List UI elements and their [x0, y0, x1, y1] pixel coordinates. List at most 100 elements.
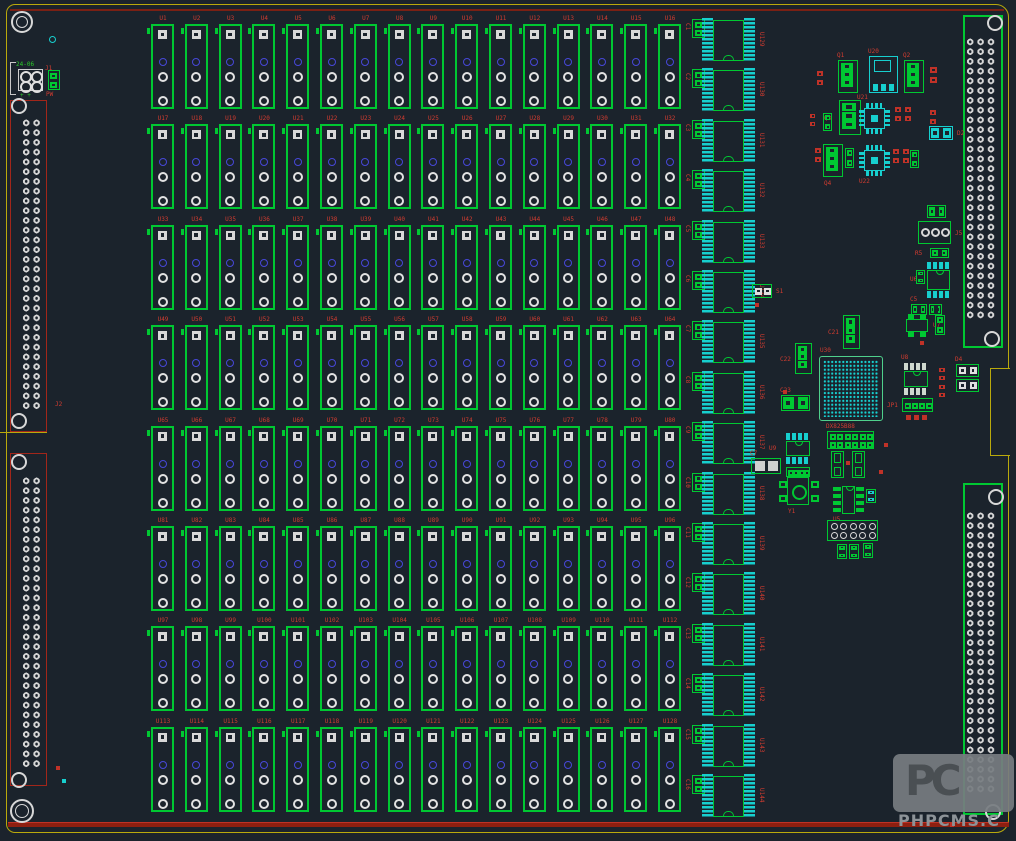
relay-footprint[interactable]: U76 — [523, 426, 546, 511]
relay-footprint[interactable]: U23 — [354, 124, 377, 209]
relay-footprint[interactable]: U4 — [252, 24, 275, 109]
relay-footprint[interactable]: U84 — [252, 526, 275, 611]
qfp-ic-footprint[interactable]: U22 — [859, 145, 890, 176]
smd-passive-footprint[interactable] — [816, 70, 824, 88]
relay-footprint[interactable]: U123 — [489, 727, 512, 812]
relay-footprint[interactable]: U124 — [523, 727, 546, 812]
relay-footprint[interactable]: U12 — [523, 24, 546, 109]
relay-footprint[interactable]: U74 — [455, 426, 478, 511]
relay-footprint[interactable]: U82 — [185, 526, 208, 611]
soic-ic-footprint[interactable]: C12U140 — [684, 570, 764, 618]
relay-footprint[interactable]: U14 — [590, 24, 613, 109]
power-connector-3pin[interactable]: J5 — [918, 221, 951, 244]
relay-footprint[interactable]: U38 — [320, 225, 343, 310]
relay-footprint[interactable]: U52 — [252, 325, 275, 410]
relay-footprint[interactable]: U128 — [658, 727, 681, 812]
relay-footprint[interactable]: U10 — [455, 24, 478, 109]
relay-footprint[interactable]: U59 — [489, 325, 512, 410]
relay-footprint[interactable]: U19 — [219, 124, 242, 209]
smd-passive-footprint[interactable]: C23 — [781, 395, 810, 411]
relay-footprint[interactable]: U33 — [151, 225, 174, 310]
relay-footprint[interactable]: U44 — [523, 225, 546, 310]
relay-footprint[interactable]: U88 — [388, 526, 411, 611]
relay-footprint[interactable]: U2 — [185, 24, 208, 109]
relay-footprint[interactable]: U126 — [590, 727, 613, 812]
relay-footprint[interactable]: U9 — [421, 24, 444, 109]
soic-ic-footprint[interactable]: C13U141 — [684, 621, 764, 669]
sot23-transistor-footprint[interactable]: C21 — [843, 315, 860, 349]
relay-footprint[interactable]: U27 — [489, 124, 512, 209]
smd-passive-footprint[interactable] — [48, 70, 60, 90]
pin-header-footprint[interactable]: DX825B88 — [827, 431, 874, 449]
relay-footprint[interactable]: U105 — [421, 626, 444, 711]
relay-footprint[interactable]: U111 — [624, 626, 647, 711]
soic-ic-footprint[interactable]: C10U138 — [684, 470, 764, 518]
relay-footprint[interactable]: U36 — [252, 225, 275, 310]
soic-ic-footprint[interactable]: C2U130 — [684, 66, 764, 114]
dpak-regulator-footprint[interactable]: U20 — [869, 56, 898, 93]
soic8-ic-footprint[interactable]: U9 — [785, 433, 811, 464]
relay-footprint[interactable]: U91 — [489, 526, 512, 611]
jumper-2pin-footprint[interactable]: D4 — [956, 364, 979, 377]
header-2x5-footprint[interactable] — [827, 520, 878, 541]
sot23-transistor-footprint[interactable]: Q2 — [904, 60, 924, 93]
relay-footprint[interactable]: U102 — [320, 626, 343, 711]
relay-footprint[interactable]: U106 — [455, 626, 478, 711]
relay-footprint[interactable]: U90 — [455, 526, 478, 611]
relay-footprint[interactable]: U17 — [151, 124, 174, 209]
crystal-oscillator-footprint[interactable]: Y1 — [787, 477, 809, 505]
relay-footprint[interactable]: U61 — [557, 325, 580, 410]
relay-footprint[interactable]: U116 — [252, 727, 275, 812]
relay-footprint[interactable]: U103 — [354, 626, 377, 711]
relay-footprint[interactable]: U26 — [455, 124, 478, 209]
smd-passive-footprint[interactable] — [927, 205, 946, 218]
relay-footprint[interactable]: U46 — [590, 225, 613, 310]
relay-footprint[interactable]: U6 — [320, 24, 343, 109]
relay-footprint[interactable]: U72 — [388, 426, 411, 511]
relay-footprint[interactable]: U66 — [185, 426, 208, 511]
relay-footprint[interactable]: U57 — [421, 325, 444, 410]
relay-footprint[interactable]: U73 — [421, 426, 444, 511]
smd-capacitor-large[interactable]: C7 — [751, 458, 781, 474]
relay-footprint[interactable]: U95 — [624, 526, 647, 611]
relay-footprint[interactable]: U35 — [219, 225, 242, 310]
smd-passive-footprint[interactable] — [809, 113, 816, 129]
smd-passive-footprint[interactable] — [938, 384, 946, 400]
relay-footprint[interactable]: U25 — [421, 124, 444, 209]
relay-footprint[interactable]: U31 — [624, 124, 647, 209]
relay-footprint[interactable]: U79 — [624, 426, 647, 511]
soic-ic-footprint[interactable]: C11U139 — [684, 520, 764, 568]
relay-footprint[interactable]: U114 — [185, 727, 208, 812]
relay-footprint[interactable]: U109 — [557, 626, 580, 711]
relay-footprint[interactable]: U20 — [252, 124, 275, 209]
relay-footprint[interactable]: U30 — [590, 124, 613, 209]
smd-passive-footprint[interactable] — [904, 106, 912, 124]
smd-passive-footprint[interactable] — [894, 106, 902, 124]
relay-footprint[interactable]: U7 — [354, 24, 377, 109]
smd-passive-footprint[interactable] — [902, 148, 910, 166]
relay-footprint[interactable]: U40 — [388, 225, 411, 310]
relay-footprint[interactable]: U80 — [658, 426, 681, 511]
relay-footprint[interactable]: U58 — [455, 325, 478, 410]
relay-footprint[interactable]: U11 — [489, 24, 512, 109]
relay-footprint[interactable]: U89 — [421, 526, 444, 611]
pin-header-footprint[interactable] — [786, 467, 810, 477]
pin-header-footprint[interactable]: JP1 — [902, 398, 933, 412]
smd-diode-footprint[interactable]: D2 — [929, 126, 953, 140]
smd-passive-footprint[interactable] — [849, 544, 859, 559]
relay-footprint[interactable]: U104 — [388, 626, 411, 711]
relay-footprint[interactable]: U51 — [219, 325, 242, 410]
relay-footprint[interactable]: U86 — [320, 526, 343, 611]
smd-passive-open-footprint[interactable] — [831, 451, 844, 478]
soic-ic-footprint[interactable]: C5U133 — [684, 218, 764, 266]
relay-footprint[interactable]: U113 — [151, 727, 174, 812]
relay-footprint[interactable]: U127 — [624, 727, 647, 812]
bga-footprint[interactable]: U30 — [819, 356, 883, 421]
sot23-transistor-footprint[interactable]: C22 — [795, 343, 812, 374]
relay-footprint[interactable]: U112 — [658, 626, 681, 711]
relay-footprint[interactable]: U21 — [286, 124, 309, 209]
relay-footprint[interactable]: U8 — [388, 24, 411, 109]
smd-passive-footprint[interactable] — [892, 148, 900, 166]
soic-ic-footprint[interactable]: C4U132 — [684, 167, 764, 215]
relay-footprint[interactable]: U49 — [151, 325, 174, 410]
